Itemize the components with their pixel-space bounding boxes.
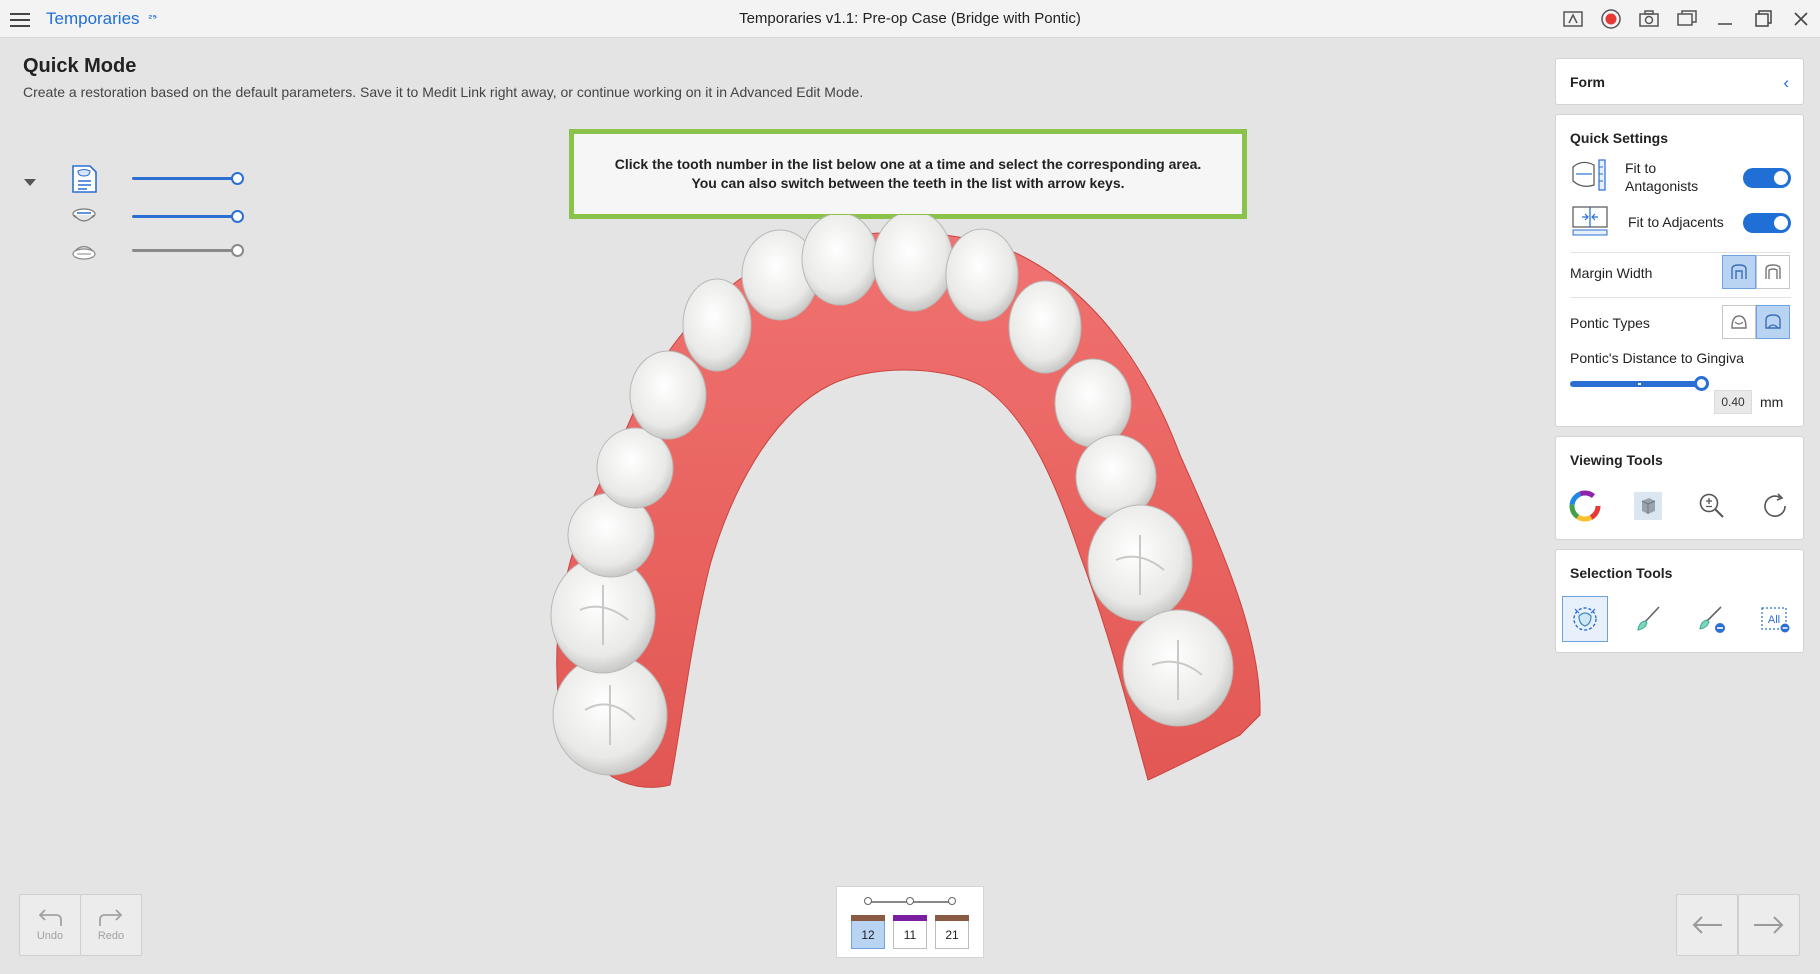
undo-button[interactable]: Undo xyxy=(19,894,81,956)
margin-width-label: Margin Width xyxy=(1570,265,1653,281)
pontic-distance-input[interactable]: 0.40 xyxy=(1714,390,1752,414)
fit-to-antagonists-toggle[interactable] xyxy=(1743,168,1791,188)
collapse-toggle-icon[interactable] xyxy=(24,179,36,186)
pontic-distance-slider[interactable] xyxy=(1570,376,1709,391)
divider xyxy=(1570,252,1791,253)
record-icon[interactable] xyxy=(1592,0,1630,38)
undo-label: Undo xyxy=(36,930,64,942)
tooth-color-bar xyxy=(851,915,885,921)
connector-dot xyxy=(864,897,872,905)
tooth-tab-11[interactable]: 11 xyxy=(893,915,927,949)
layer-tree xyxy=(22,164,244,274)
3d-viewport[interactable] xyxy=(540,210,1280,800)
chevron-left-icon[interactable]: ‹ xyxy=(1783,73,1789,93)
window-icon[interactable] xyxy=(1668,0,1706,38)
screen-capture-icon[interactable] xyxy=(1554,0,1592,38)
redo-button[interactable]: Redo xyxy=(80,894,142,956)
instruction-line-2: You can also switch between the teeth in… xyxy=(691,175,1125,191)
slider-thumb[interactable] xyxy=(1694,376,1709,391)
arrow-right-icon xyxy=(1754,916,1784,934)
cube-view-icon[interactable] xyxy=(1625,483,1671,529)
instruction-banner: Click the tooth number in the list below… xyxy=(569,129,1247,219)
selection-tools-panel: Selection Tools All xyxy=(1555,549,1804,653)
antagonist-icon xyxy=(1570,157,1610,193)
dental-arch-model xyxy=(550,210,1261,788)
undo-icon xyxy=(38,909,62,926)
layer-opacity-slider[interactable] xyxy=(132,172,244,185)
page-description: Create a restoration based on the defaul… xyxy=(23,84,864,100)
margin-width-thin-button[interactable] xyxy=(1722,255,1756,289)
viewing-tools-panel: Viewing Tools xyxy=(1555,436,1804,540)
tooth-number: 21 xyxy=(945,928,959,942)
layer-row-restoration xyxy=(70,164,244,194)
margin-width-options xyxy=(1722,255,1790,289)
margin-width-thick-button[interactable] xyxy=(1756,255,1790,289)
close-icon[interactable] xyxy=(1782,0,1820,38)
app-version-badge: ₂₅ xyxy=(148,10,158,21)
divider xyxy=(1570,297,1791,298)
title-bar: Temporaries ₂₅ Temporaries v1.1: Pre-op … xyxy=(0,0,1820,38)
quick-settings-title: Quick Settings xyxy=(1570,130,1669,146)
smart-select-icon[interactable] xyxy=(1562,596,1608,642)
selection-tools-title: Selection Tools xyxy=(1570,565,1673,581)
tooth-number: 12 xyxy=(861,928,875,942)
pontic-types-options xyxy=(1722,305,1790,339)
layer-opacity-slider[interactable] xyxy=(132,244,244,257)
minimize-icon[interactable] xyxy=(1706,0,1744,38)
camera-icon[interactable] xyxy=(1630,0,1668,38)
tooth-number: 11 xyxy=(903,928,917,942)
previous-button[interactable] xyxy=(1676,894,1738,956)
erase-brush-icon[interactable] xyxy=(1689,596,1735,642)
restoration-layer-icon[interactable] xyxy=(70,164,98,194)
instruction-line-1: Click the tooth number in the list below… xyxy=(614,156,1202,172)
pontic-type-ovate-button[interactable] xyxy=(1722,305,1756,339)
color-wheel-icon[interactable] xyxy=(1562,483,1608,529)
next-button[interactable] xyxy=(1738,894,1800,956)
pontic-distance-label: Pontic's Distance to Gingiva xyxy=(1570,350,1744,366)
maxilla-scan-icon[interactable] xyxy=(70,202,98,232)
fit-to-antagonists-row: Fit to Antagonists xyxy=(1570,157,1791,199)
layer-row-mandible xyxy=(70,236,244,266)
pontic-type-ridge-lap-button[interactable] xyxy=(1756,305,1790,339)
connector-dot xyxy=(948,897,956,905)
tooth-color-bar xyxy=(893,915,927,921)
fit-to-antagonists-label: Fit to Antagonists xyxy=(1625,160,1699,194)
select-all-icon[interactable]: All xyxy=(1752,596,1798,642)
quick-settings-panel: Quick Settings Fit to Antagonists Fit to… xyxy=(1555,114,1804,427)
fit-to-adjacents-toggle[interactable] xyxy=(1743,213,1791,233)
layer-row-maxilla xyxy=(70,202,244,232)
tooth-list: 12 11 21 xyxy=(836,886,984,958)
select-all-text: All xyxy=(1768,614,1780,626)
form-panel-header: Form ‹ xyxy=(1555,58,1804,105)
form-title: Form xyxy=(1570,74,1605,90)
brush-icon[interactable] xyxy=(1625,596,1671,642)
tooth-tab-12[interactable]: 12 xyxy=(851,915,885,949)
window-title: Temporaries v1.1: Pre-op Case (Bridge wi… xyxy=(739,10,1081,27)
redo-label: Redo xyxy=(97,930,125,942)
maximize-icon[interactable] xyxy=(1744,0,1782,38)
adjacents-icon xyxy=(1570,203,1610,239)
rotate-reset-icon[interactable] xyxy=(1752,483,1798,529)
redo-icon xyxy=(99,909,123,926)
menu-icon[interactable] xyxy=(10,10,30,28)
pontic-distance-unit: mm xyxy=(1760,394,1784,410)
tooth-color-bar xyxy=(935,915,969,921)
tooth-tab-21[interactable]: 21 xyxy=(935,915,969,949)
app-name: Temporaries xyxy=(46,9,140,28)
pontic-types-label: Pontic Types xyxy=(1570,315,1650,331)
zoom-icon[interactable] xyxy=(1689,483,1735,529)
fit-to-adjacents-row: Fit to Adjacents xyxy=(1570,203,1791,241)
arrow-left-icon xyxy=(1692,916,1722,934)
fit-to-adjacents-label: Fit to Adjacents xyxy=(1628,214,1724,230)
viewing-tools-title: Viewing Tools xyxy=(1570,452,1663,468)
connector-dot xyxy=(906,897,914,905)
mandible-scan-icon[interactable] xyxy=(70,236,98,266)
layer-opacity-slider[interactable] xyxy=(132,210,244,223)
page-title: Quick Mode xyxy=(23,55,137,77)
